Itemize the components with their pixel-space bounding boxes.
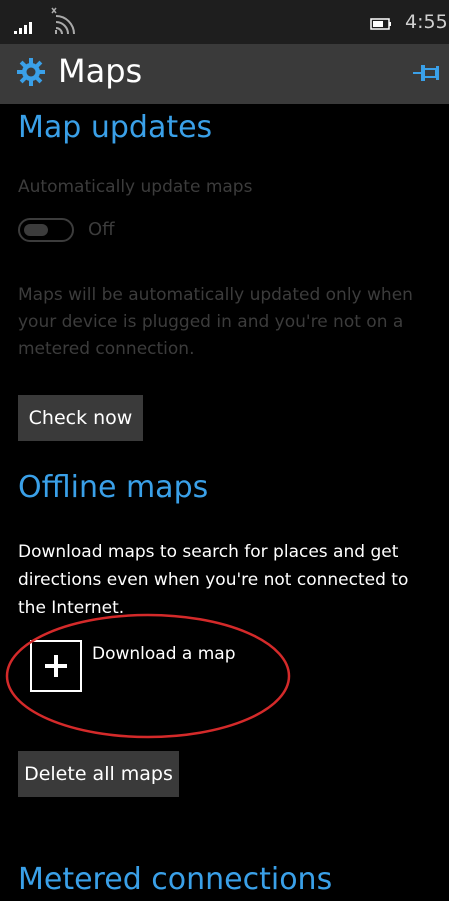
pin-icon[interactable] xyxy=(412,62,440,84)
app-header: Maps xyxy=(0,44,449,104)
toggle-knob xyxy=(24,224,48,236)
section-title-metered-connections: Metered connections xyxy=(18,862,333,897)
signal-bars-icon xyxy=(14,22,32,34)
delete-all-maps-button[interactable]: Delete all maps xyxy=(18,751,179,797)
wifi-icon xyxy=(51,7,75,35)
auto-update-description: Maps will be automatically updated only … xyxy=(18,285,413,359)
battery-icon xyxy=(370,18,391,30)
auto-update-label: Automatically update maps xyxy=(18,177,253,197)
section-title-offline-maps: Offline maps xyxy=(18,470,209,505)
offline-maps-description: Download maps to search for places and g… xyxy=(18,542,409,618)
red-highlight-ellipse xyxy=(5,613,291,739)
status-bar: 4:55 xyxy=(0,0,449,44)
page-title: Maps xyxy=(58,52,143,90)
auto-update-toggle[interactable] xyxy=(18,218,74,242)
toggle-state-label: Off xyxy=(88,219,115,240)
section-title-map-updates: Map updates xyxy=(18,110,213,145)
check-now-button[interactable]: Check now xyxy=(18,395,143,441)
gear-icon xyxy=(17,58,45,86)
clock-time: 4:55 xyxy=(405,11,448,33)
